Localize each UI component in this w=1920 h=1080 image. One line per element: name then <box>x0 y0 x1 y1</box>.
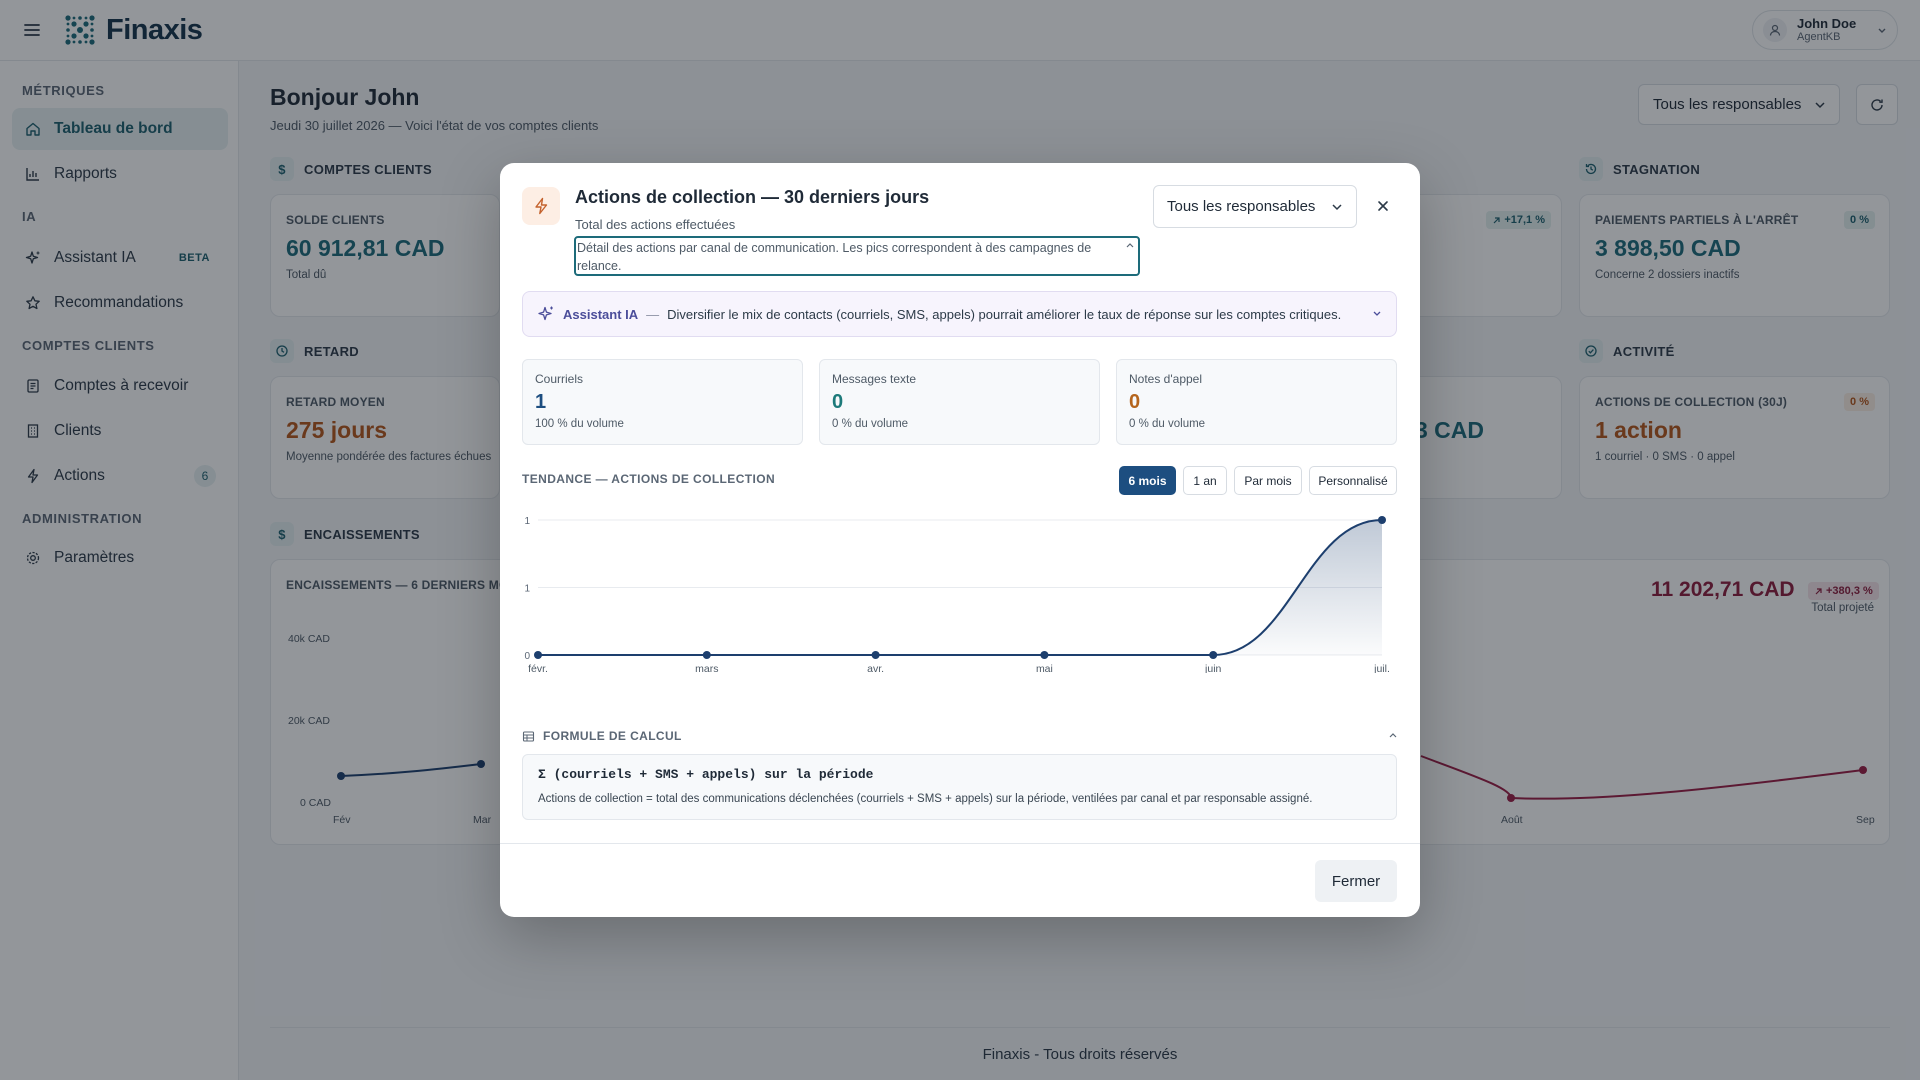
stat-value: 0 <box>832 391 844 413</box>
sparkle-icon <box>537 305 555 323</box>
y-tick-label: 1 <box>524 516 530 527</box>
fermer-button[interactable]: Fermer <box>1315 860 1397 902</box>
x-tick-label: avr. <box>867 663 884 673</box>
trend-point[interactable] <box>702 651 711 659</box>
stat-card-messages-texte: Messages texte 0 0 % du volume <box>819 359 1100 445</box>
modal-description[interactable]: Détail des actions par canal de communic… <box>574 236 1140 276</box>
x-tick-label: mai <box>1036 663 1053 673</box>
modal-subtitle: Total des actions effectuées <box>575 217 736 232</box>
stat-label: Notes d'appel <box>1129 372 1203 386</box>
table-icon <box>522 730 535 743</box>
formula-code: Σ (courriels + SMS + appels) sur la péri… <box>538 767 874 782</box>
formula-header[interactable]: FORMULE DE CALCUL <box>522 729 682 743</box>
x-tick-label: juin <box>1204 663 1222 673</box>
trend-point[interactable] <box>871 651 880 659</box>
x-tick-label: juil. <box>1373 663 1390 673</box>
trend-point[interactable] <box>1040 651 1049 659</box>
stat-sub: 0 % du volume <box>832 418 909 430</box>
trend-point[interactable] <box>1378 516 1386 524</box>
formula-title: FORMULE DE CALCUL <box>543 729 682 743</box>
y-tick-label: 0 <box>524 651 530 662</box>
formula-note: Actions de collection = total des commun… <box>538 793 1313 805</box>
stat-card-notes-appel: Notes d'appel 0 0 % du volume <box>1116 359 1397 445</box>
range-6-mois-button[interactable]: 6 mois <box>1119 466 1176 495</box>
stat-value: 0 <box>1129 391 1141 413</box>
x-tick-label: mars <box>695 663 718 673</box>
x-tick-label: févr. <box>528 663 548 673</box>
ai-text: Diversifier le mix de contacts (courriel… <box>667 306 1342 322</box>
chevron-up-icon[interactable] <box>1388 731 1398 739</box>
range-personnalise-button[interactable]: Personnalisé <box>1309 466 1397 495</box>
y-tick-label: 1 <box>524 584 530 595</box>
ai-label: Assistant IA <box>563 306 639 322</box>
formula-box: Σ (courriels + SMS + appels) sur la péri… <box>522 754 1397 820</box>
modal-description-text: Détail des actions par canal de communic… <box>577 241 1092 273</box>
trend-point[interactable] <box>534 651 542 659</box>
chevron-up-icon[interactable] <box>1125 241 1135 249</box>
trend-chart: 1 1 0 févr. mars avr. mai juin juil. <box>522 503 1397 673</box>
range-1-an-button[interactable]: 1 an <box>1183 466 1227 495</box>
stat-label: Courriels <box>535 372 584 386</box>
lightning-icon <box>522 187 560 225</box>
ai-insight-bar[interactable]: Assistant IA — Diversifier le mix de con… <box>522 291 1397 337</box>
stat-label: Messages texte <box>832 372 917 386</box>
trend-title: TENDANCE — ACTIONS DE COLLECTION <box>522 472 776 486</box>
range-par-mois-button[interactable]: Par mois <box>1234 466 1302 495</box>
trend-chart-svg: 1 1 0févr. mars avr. mai juin juil. <box>524 516 1390 673</box>
actions-modal: Actions de collection — 30 derniers jour… <box>500 163 1420 917</box>
stat-sub: 0 % du volume <box>1129 418 1206 430</box>
stat-sub: 100 % du volume <box>535 418 624 430</box>
modal-title: Actions de collection — 30 derniers jour… <box>575 187 930 207</box>
stat-card-courriels: Courriels 1 100 % du volume <box>522 359 803 445</box>
modal-footer-divider <box>500 843 1420 844</box>
chevron-down-icon[interactable] <box>1372 310 1382 318</box>
trend-point[interactable] <box>1209 651 1218 659</box>
ai-dash: — <box>646 306 660 322</box>
modal-responsable-select[interactable]: Tous les responsables <box>1153 185 1357 228</box>
modal-responsable-select-value: Tous les responsables <box>1167 198 1316 215</box>
stat-value: 1 <box>535 391 547 413</box>
chevron-down-icon <box>1330 200 1344 214</box>
close-icon[interactable] <box>1372 195 1394 217</box>
